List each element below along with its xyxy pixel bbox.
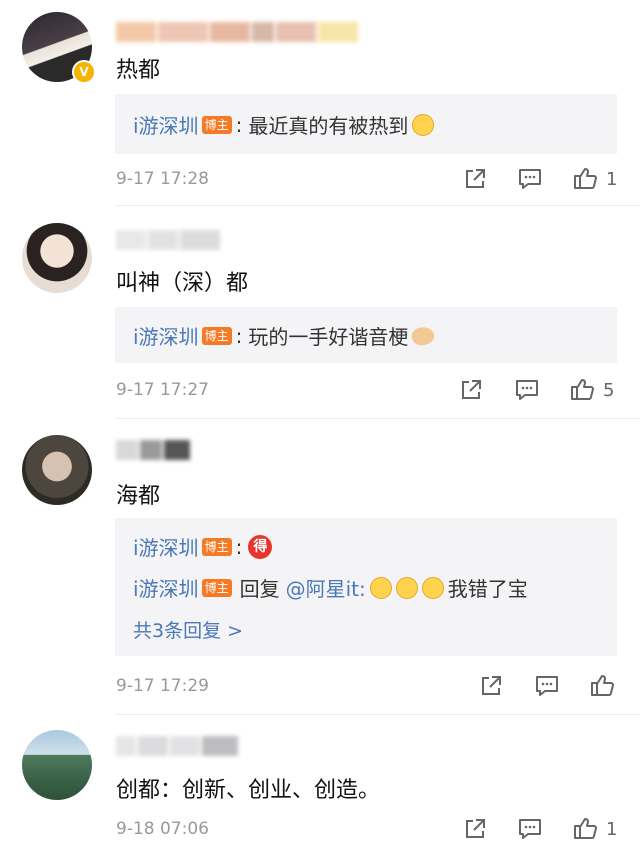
author-badge: 博主	[201, 537, 232, 556]
comment-text: 热都	[116, 58, 161, 83]
reply-box[interactable]: i游深圳 博主 : 得 i游深圳 博主 回复 @阿星it: 我错了宝 共3条回复…	[115, 518, 617, 656]
repost-icon[interactable]	[458, 377, 484, 403]
comment-time: 9-17 17:27	[116, 380, 209, 400]
repost-icon[interactable]	[462, 816, 488, 842]
comment-icon[interactable]	[517, 816, 543, 842]
repost-icon[interactable]	[478, 673, 504, 699]
reply-line: i游深圳 博主 : 最近真的有被热到	[133, 110, 435, 139]
like-icon[interactable]	[572, 815, 598, 841]
like-count: 1	[606, 819, 618, 840]
de-sticker-icon: 得	[248, 534, 273, 559]
pleading-emoji-icon	[421, 576, 444, 599]
author-badge: 博主	[201, 326, 232, 345]
comment-item: V 热都 i游深圳 博主 : 最近真的有被热到 9-17 17:28 1	[0, 0, 640, 206]
comment-time: 9-17 17:28	[116, 169, 209, 189]
comment-text: 叫神（深）都	[116, 271, 249, 296]
like-icon[interactable]	[589, 672, 615, 698]
reply-colon: :	[235, 534, 243, 559]
more-replies-link[interactable]: 共3条回复 >	[133, 616, 243, 643]
reply-author-link[interactable]: i游深圳	[133, 532, 199, 561]
reply-text: 玩的一手好谐音梗	[248, 325, 409, 349]
mention-link[interactable]: @阿星it:	[286, 573, 366, 602]
reply-author-link[interactable]: i游深圳	[133, 573, 199, 602]
repost-icon[interactable]	[462, 166, 488, 192]
like-count: 1	[606, 169, 618, 190]
reply-box[interactable]: i游深圳 博主 : 最近真的有被热到	[115, 94, 617, 154]
comment-item: 海都 i游深圳 博主 : 得 i游深圳 博主 回复 @阿星it: 我错了宝 共3…	[0, 418, 640, 715]
reply-colon: :	[235, 323, 243, 348]
reply-author-link[interactable]: i游深圳	[133, 321, 199, 350]
comment-item: 创都：创新、创业、创造。 9-18 07:06 1	[0, 714, 640, 853]
username-blurred[interactable]	[116, 440, 192, 460]
comment-text: 创都：创新、创业、创造。	[116, 778, 381, 803]
comment-text: 海都	[116, 484, 161, 509]
username-blurred[interactable]	[116, 22, 360, 42]
reply-line: i游深圳 博主 : 得	[133, 532, 273, 561]
verified-icon: V	[72, 60, 96, 84]
author-badge: 博主	[201, 115, 232, 134]
avatar[interactable]	[22, 223, 92, 293]
comment-icon[interactable]	[534, 673, 560, 699]
comment-icon[interactable]	[517, 166, 543, 192]
username-blurred[interactable]	[116, 736, 240, 756]
username-blurred[interactable]	[116, 230, 222, 250]
like-icon[interactable]	[569, 376, 595, 402]
reply-colon: :	[235, 112, 243, 137]
reply-prefix: 回复	[239, 577, 280, 601]
avatar[interactable]	[22, 730, 92, 800]
author-badge: 博主	[201, 578, 232, 597]
reply-text: 最近真的有被热到	[248, 114, 409, 138]
comment-item: 叫神（深）都 i游深圳 博主 : 玩的一手好谐音梗 9-17 17:27 5	[0, 205, 640, 419]
clap-hands-emoji-icon	[409, 323, 437, 348]
reply-author-link[interactable]: i游深圳	[133, 110, 199, 139]
avatar[interactable]	[22, 435, 92, 505]
comment-time: 9-18 07:06	[116, 819, 209, 839]
reply-box[interactable]: i游深圳 博主 : 玩的一手好谐音梗	[115, 307, 617, 363]
like-icon[interactable]	[572, 165, 598, 191]
flushed-emoji-icon	[412, 113, 435, 136]
comment-time: 9-17 17:29	[116, 676, 209, 696]
comment-icon[interactable]	[514, 377, 540, 403]
reply-text: 我错了宝	[447, 577, 528, 601]
like-count: 5	[603, 380, 615, 401]
reply-line: i游深圳 博主 回复 @阿星it: 我错了宝	[133, 573, 528, 602]
pleading-emoji-icon	[369, 576, 392, 599]
reply-line: i游深圳 博主 : 玩的一手好谐音梗	[133, 321, 437, 350]
pleading-emoji-icon	[395, 576, 418, 599]
